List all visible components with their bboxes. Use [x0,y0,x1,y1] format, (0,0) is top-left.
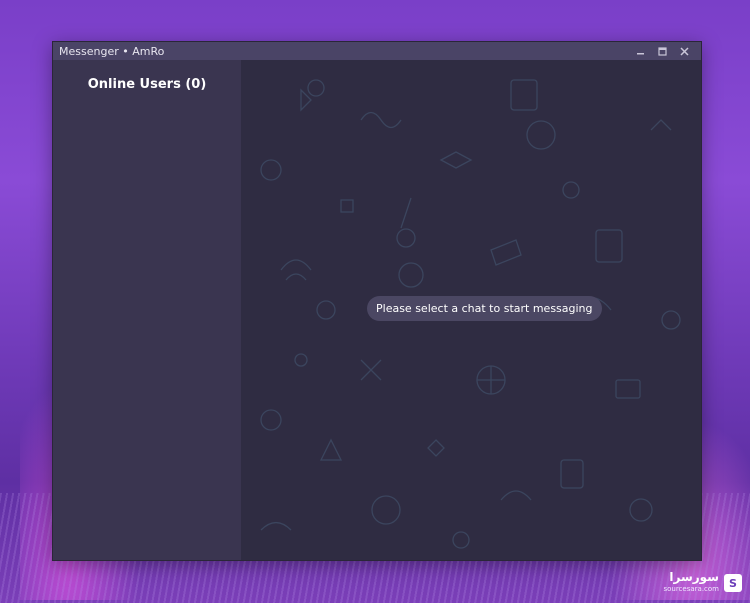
select-chat-prompt: Please select a chat to start messaging [367,296,602,321]
messenger-window: Messenger • AmRo Online Users (0) Please… [52,41,702,561]
online-users-sidebar: Online Users (0) [53,60,241,560]
title-bar[interactable]: Messenger • AmRo [53,42,701,60]
close-icon [679,46,689,56]
watermark-logo: سورسرا sourcesara.com S [663,571,742,595]
maximize-button[interactable] [651,42,673,60]
watermark-text: سورسرا sourcesara.com [663,571,719,595]
watermark-badge-icon: S [724,574,742,592]
watermark-subtext: sourcesara.com [663,585,719,593]
online-users-heading: Online Users (0) [87,77,207,92]
minimize-icon [636,52,644,54]
window-title: Messenger • AmRo [59,44,165,58]
watermark-title: سورسرا [669,570,719,584]
close-button[interactable] [673,42,695,60]
window-body: Online Users (0) Please select a chat to… [53,60,701,560]
minimize-button[interactable] [629,42,651,60]
maximize-icon [657,46,667,56]
chat-area: Please select a chat to start messaging [241,60,701,560]
